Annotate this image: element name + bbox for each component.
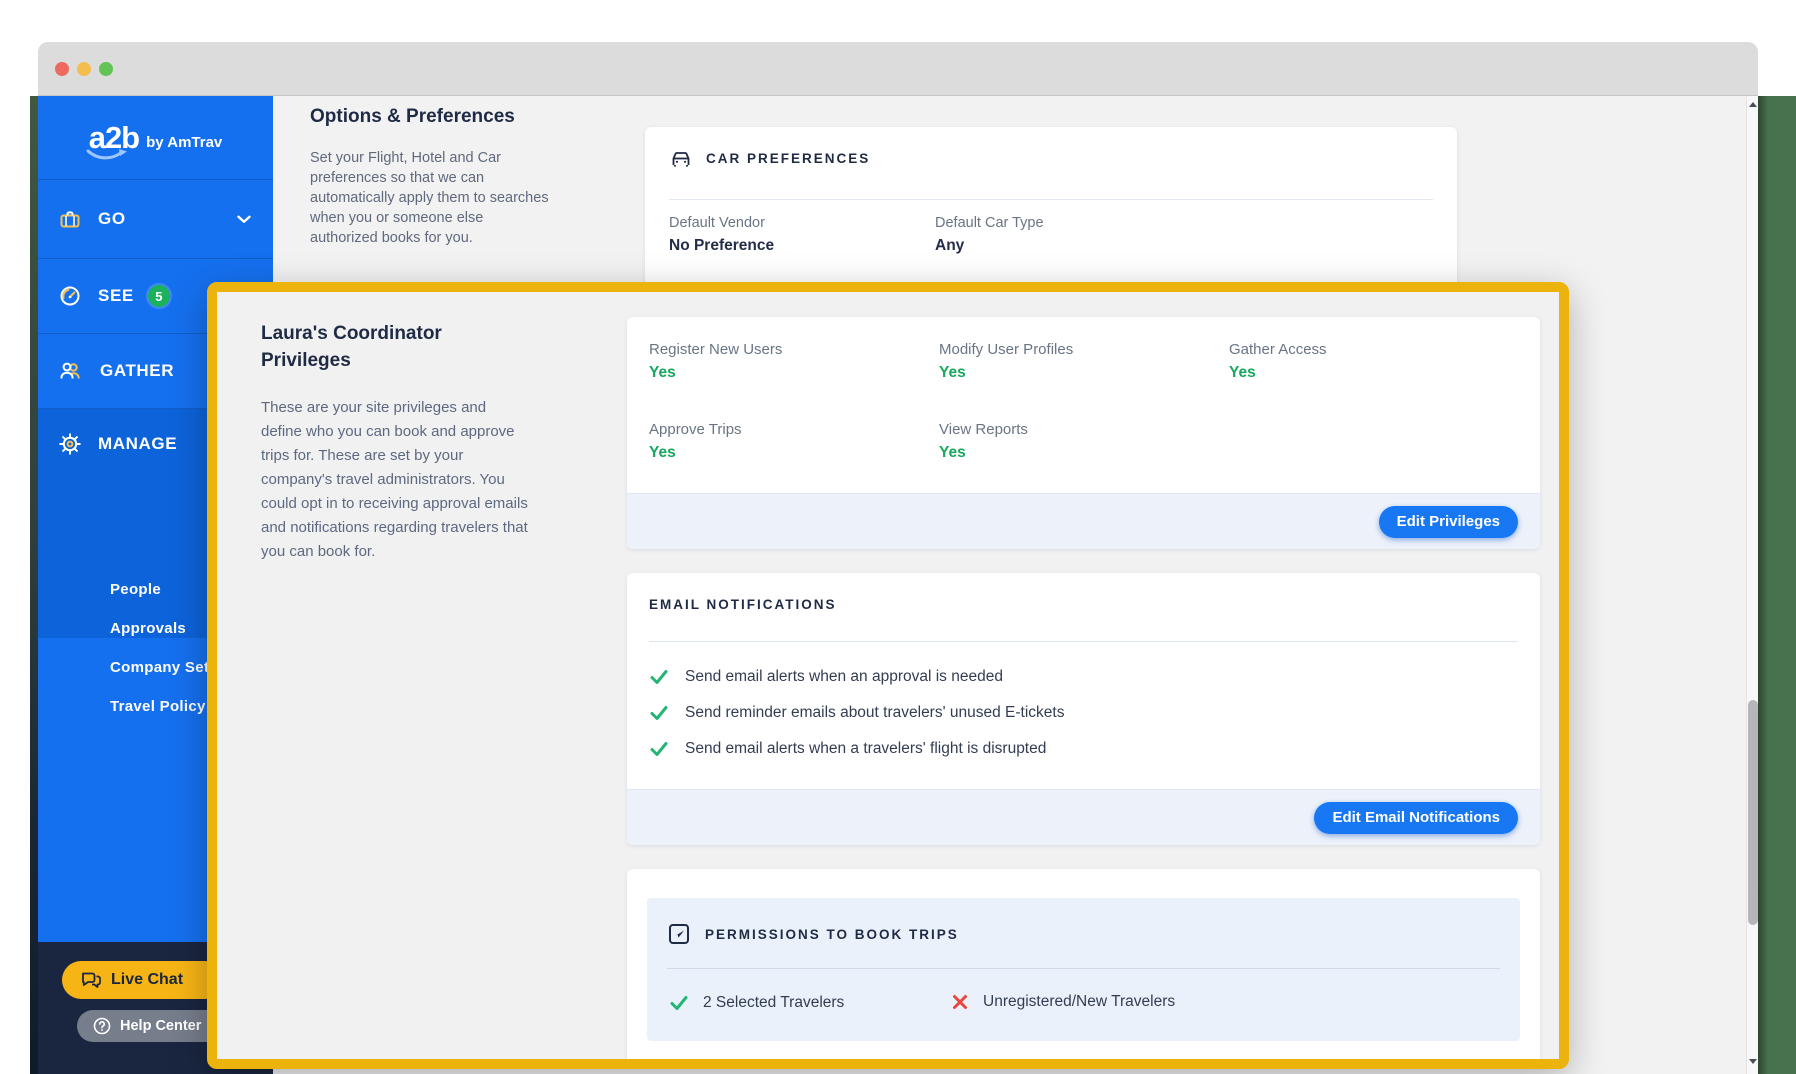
people-icon [58, 359, 84, 383]
privilege-label: Register New Users [649, 341, 782, 358]
x-icon [951, 993, 969, 1011]
privilege-modify-user-profiles: Modify User Profiles Yes [939, 341, 1073, 382]
page-title: Options & Preferences [310, 106, 515, 128]
scrollbar-thumb[interactable] [1748, 700, 1758, 925]
chevron-down-icon [233, 208, 255, 230]
privilege-approve-trips: Approve Trips Yes [649, 421, 742, 462]
permissions-card: PERMISSIONS TO BOOK TRIPS 2 Selected Tra… [627, 869, 1540, 1065]
email-notification-item: Send email alerts when a travelers' flig… [649, 739, 1046, 759]
email-notification-item: Send reminder emails about travelers' un… [649, 703, 1064, 723]
app-logo[interactable]: a2b by AmTrav [38, 96, 273, 180]
default-vendor-label: Default Vendor [669, 215, 774, 231]
privileges-card: Register New Users Yes Modify User Profi… [627, 317, 1540, 549]
privilege-gather-access: Gather Access Yes [1229, 341, 1327, 382]
privilege-label: Approve Trips [649, 421, 742, 438]
permissions-allowed-item: 2 Selected Travelers [669, 993, 844, 1013]
vertical-scrollbar[interactable] [1746, 96, 1758, 1074]
help-center-button[interactable]: Help Center [77, 1010, 227, 1042]
sidebar-item-label: GO [98, 209, 126, 229]
privilege-view-reports: View Reports Yes [939, 421, 1028, 462]
divider [669, 199, 1433, 200]
question-circle-icon [93, 1017, 111, 1035]
permissions-inset-panel: PERMISSIONS TO BOOK TRIPS 2 Selected Tra… [647, 898, 1520, 1041]
privilege-label: Modify User Profiles [939, 341, 1073, 358]
coordinator-privileges-spotlight: Laura's Coordinator Privileges These are… [207, 282, 1569, 1069]
check-icon [649, 667, 669, 687]
live-chat-button[interactable]: Live Chat [62, 961, 224, 999]
screenshot-stage: a2b by AmTrav GO [0, 0, 1796, 1074]
close-button[interactable] [55, 62, 69, 76]
logo-byline: by AmTrav [146, 134, 222, 151]
spotlight-description: These are your site privileges and defin… [261, 396, 529, 564]
sidebar-item-label: SEE [98, 286, 134, 306]
minimize-button[interactable] [77, 62, 91, 76]
edit-email-notifications-button[interactable]: Edit Email Notifications [1314, 802, 1518, 834]
scroll-up-arrow-icon[interactable] [1749, 102, 1757, 107]
check-icon [649, 739, 669, 759]
privilege-value: Yes [649, 444, 742, 462]
privileges-card-footer: Edit Privileges [627, 493, 1540, 549]
privilege-value: Yes [1229, 364, 1327, 382]
edit-privileges-button[interactable]: Edit Privileges [1379, 506, 1518, 538]
sidebar-item-go[interactable]: GO [38, 180, 273, 259]
privilege-value: Yes [939, 364, 1073, 382]
sidebar-item-label: MANAGE [98, 434, 177, 454]
help-center-label: Help Center [120, 1018, 201, 1034]
scroll-down-arrow-icon[interactable] [1749, 1059, 1757, 1064]
email-notifications-card: EMAIL NOTIFICATIONS Send email alerts wh… [627, 573, 1540, 845]
email-notification-text: Send email alerts when an approval is ne… [685, 668, 1003, 686]
logo-wordmark: a2b [89, 122, 139, 153]
email-notifications-title: EMAIL NOTIFICATIONS [649, 597, 837, 612]
car-preferences-title: CAR PREFERENCES [706, 151, 870, 166]
sidebar-item-approvals[interactable]: Approvals [110, 620, 186, 637]
sidebar-item-travel-policy[interactable]: Travel Policy [110, 698, 206, 715]
page-description: Set your Flight, Hotel and Car preferenc… [310, 148, 555, 248]
permissions-allowed-text: 2 Selected Travelers [703, 994, 844, 1012]
permissions-denied-item: Unregistered/New Travelers [951, 993, 1175, 1011]
ticket-send-icon [667, 922, 691, 946]
privilege-label: Gather Access [1229, 341, 1327, 358]
check-icon [649, 703, 669, 723]
default-car-type-value: Any [935, 237, 1044, 255]
permissions-denied-text: Unregistered/New Travelers [983, 993, 1175, 1011]
live-chat-label: Live Chat [111, 971, 183, 989]
sidebar-item-label: GATHER [100, 361, 174, 381]
zoom-button[interactable] [99, 62, 113, 76]
chat-bubbles-icon [80, 970, 102, 990]
sidebar-item-people[interactable]: People [110, 581, 161, 598]
check-icon [669, 993, 689, 1013]
email-notification-text: Send reminder emails about travelers' un… [685, 704, 1064, 722]
gear-icon [58, 432, 82, 456]
privilege-label: View Reports [939, 421, 1028, 438]
car-icon [669, 147, 693, 169]
privilege-value: Yes [649, 364, 782, 382]
privilege-value: Yes [939, 444, 1028, 462]
default-vendor-value: No Preference [669, 237, 774, 255]
divider [667, 968, 1500, 969]
window-titlebar [38, 42, 1758, 96]
email-notifications-card-footer: Edit Email Notifications [627, 789, 1540, 845]
gauge-icon [58, 284, 82, 308]
email-notification-item: Send email alerts when an approval is ne… [649, 667, 1003, 687]
privilege-register-new-users: Register New Users Yes [649, 341, 782, 382]
logo-swoosh-icon [86, 148, 128, 162]
spotlight-heading: Laura's Coordinator Privileges [261, 320, 486, 374]
default-car-type-label: Default Car Type [935, 215, 1044, 231]
briefcase-icon [58, 207, 82, 231]
see-count-badge: 5 [148, 285, 170, 307]
email-notification-text: Send email alerts when a travelers' flig… [685, 740, 1046, 758]
window-shadow-right [1758, 96, 1768, 1074]
divider [649, 641, 1518, 642]
permissions-title: PERMISSIONS TO BOOK TRIPS [705, 927, 959, 942]
